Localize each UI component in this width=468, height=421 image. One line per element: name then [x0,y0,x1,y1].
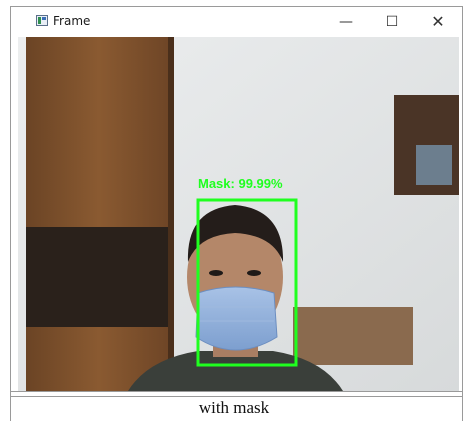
shelf-items [416,145,452,185]
camera-scene: Mask: 99.99% [18,37,459,391]
wooden-door [26,37,171,391]
door-dark-panel [26,227,171,327]
figure-caption: with mask [198,398,270,417]
face-mask [195,286,278,351]
left-eye [209,270,223,276]
window-title: Frame [53,14,91,28]
right-eye [247,270,261,276]
app-icon [36,15,48,26]
title-bar[interactable]: Frame — ☐ ✕ [11,7,462,37]
door-edge [168,37,174,391]
minimize-button[interactable]: — [323,7,369,37]
close-button[interactable]: ✕ [415,7,461,37]
wall-shelf-bottom [293,307,413,365]
detection-label: Mask: 99.99% [198,176,283,191]
frame-left-border [10,6,11,421]
frame-right-border [462,6,463,421]
camera-frame: Mask: 99.99% [18,37,459,391]
caption-divider [10,396,462,397]
maximize-button[interactable]: ☐ [369,7,415,37]
